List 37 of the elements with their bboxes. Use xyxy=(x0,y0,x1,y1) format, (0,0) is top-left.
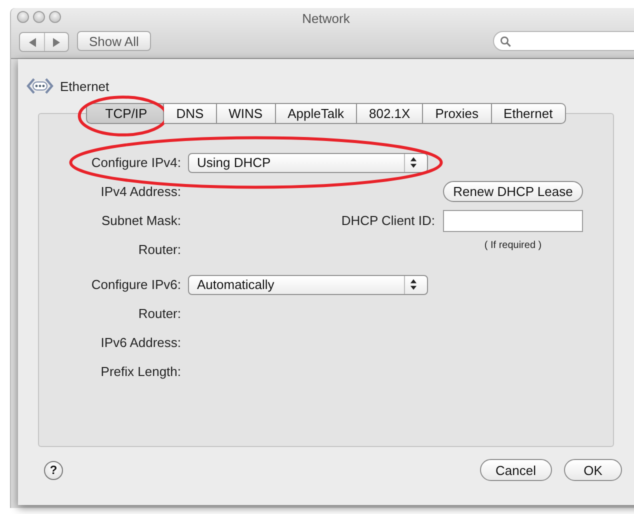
ethernet-icon xyxy=(26,76,54,96)
right-triangle-icon xyxy=(53,38,60,46)
search-icon xyxy=(500,36,511,46)
window-control-icon[interactable] xyxy=(49,11,61,23)
field-label: Router: xyxy=(138,242,181,257)
up-down-arrows-icon xyxy=(410,279,416,290)
left-triangle-icon xyxy=(28,38,36,46)
show-all-button[interactable]: Show All xyxy=(77,31,151,51)
window-control-icon[interactable] xyxy=(17,11,29,23)
field-label: IPv4 Address: xyxy=(100,184,181,199)
help-button[interactable]: ? xyxy=(44,460,63,480)
tab[interactable]: TCP/IP xyxy=(86,103,164,124)
field-label: Configure IPv4: xyxy=(91,155,181,170)
renew-dhcp-button[interactable]: Renew DHCP Lease xyxy=(443,181,583,202)
ok-button[interactable]: OK xyxy=(564,459,622,481)
search-field[interactable] xyxy=(493,31,634,51)
field-label: Prefix Length: xyxy=(100,364,181,379)
field-label: IPv6 Address: xyxy=(100,335,181,350)
field-label: Router: xyxy=(138,306,181,321)
tab[interactable]: WINS xyxy=(216,103,276,124)
tab[interactable]: DNS xyxy=(164,103,217,124)
field-label: DHCP Client ID: xyxy=(341,213,435,228)
hint-text: ( If required ) xyxy=(483,240,543,251)
client-id-field[interactable] xyxy=(443,210,583,232)
cancel-button[interactable]: Cancel xyxy=(480,459,552,481)
field-label: Configure IPv6: xyxy=(91,277,181,292)
tab[interactable]: AppleTalk xyxy=(276,103,357,124)
popup-menu[interactable]: Automatically xyxy=(188,274,428,294)
tab[interactable]: 802.1X xyxy=(356,103,424,124)
tab[interactable]: Ethernet xyxy=(492,103,566,124)
window-control-icon[interactable] xyxy=(33,11,45,23)
up-down-arrows-icon xyxy=(410,157,416,168)
window-title: Network xyxy=(301,11,351,26)
tab[interactable]: Proxies xyxy=(423,103,492,124)
popup-menu[interactable]: Using DHCP xyxy=(188,152,428,172)
field-label: Subnet Mask: xyxy=(102,213,181,228)
service-name: Ethernet xyxy=(60,78,110,94)
